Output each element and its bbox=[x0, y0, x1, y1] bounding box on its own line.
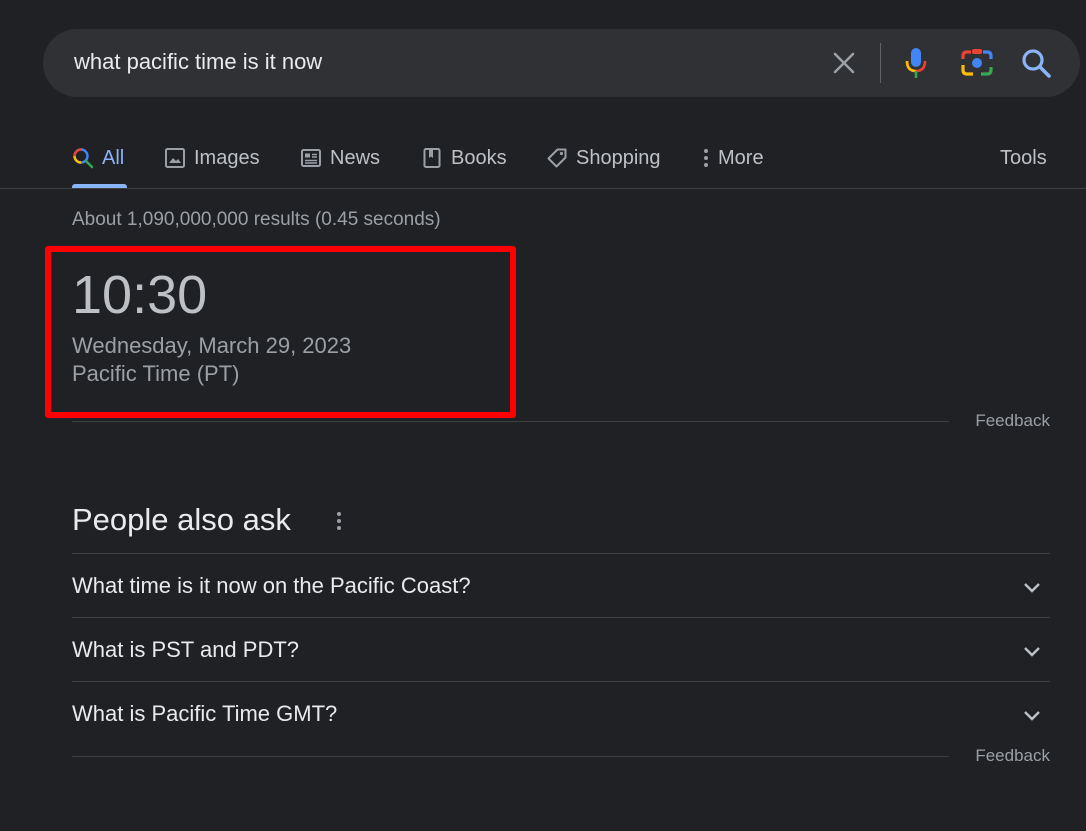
people-also-ask-list: What time is it now on the Pacific Coast… bbox=[72, 553, 1050, 745]
tab-images-label: Images bbox=[194, 146, 260, 169]
tab-books[interactable]: Books bbox=[421, 143, 507, 173]
search-tabs: All Images News Books Shopping More Tool… bbox=[0, 130, 1086, 188]
time-card-divider bbox=[72, 421, 949, 422]
tab-shopping-label: Shopping bbox=[576, 146, 661, 169]
paa-divider bbox=[72, 756, 949, 757]
close-icon[interactable] bbox=[830, 49, 858, 77]
book-icon bbox=[423, 148, 441, 168]
news-icon bbox=[301, 149, 321, 167]
paa-question-item[interactable]: What is PST and PDT? bbox=[72, 617, 1050, 681]
search-input[interactable]: what pacific time is it now bbox=[74, 48, 322, 76]
tab-shopping[interactable]: Shopping bbox=[546, 143, 661, 173]
microphone-icon[interactable] bbox=[904, 46, 928, 80]
tag-icon bbox=[547, 148, 567, 168]
search-results-page: what pacific time is it now All Images N… bbox=[0, 0, 1086, 831]
chevron-down-icon bbox=[1024, 711, 1040, 721]
paa-question: What is Pacific Time GMT? bbox=[72, 701, 338, 726]
tab-images[interactable]: Images bbox=[164, 143, 260, 173]
result-stats: About 1,090,000,000 results (0.45 second… bbox=[72, 209, 441, 230]
tab-all-label: All bbox=[102, 146, 125, 169]
tab-more-label: More bbox=[718, 146, 764, 169]
tab-more[interactable]: More bbox=[700, 143, 764, 173]
people-also-ask-title: People also ask bbox=[72, 502, 291, 537]
tabs-divider bbox=[0, 188, 1086, 189]
feedback-link[interactable]: Feedback bbox=[975, 411, 1050, 431]
kebab-icon bbox=[704, 149, 708, 167]
tools-button[interactable]: Tools bbox=[1000, 143, 1047, 173]
chevron-down-icon bbox=[1024, 647, 1040, 657]
search-bar[interactable]: what pacific time is it now bbox=[43, 29, 1080, 97]
tab-all[interactable]: All bbox=[72, 143, 124, 173]
search-icon[interactable] bbox=[1020, 47, 1052, 79]
tab-books-label: Books bbox=[451, 146, 507, 169]
search-bar-divider bbox=[880, 43, 881, 83]
tab-news-label: News bbox=[330, 146, 381, 169]
paa-question-item[interactable]: What time is it now on the Pacific Coast… bbox=[72, 553, 1050, 617]
tools-label: Tools bbox=[1000, 146, 1047, 169]
highlight-box bbox=[45, 246, 516, 418]
camera-lens-icon[interactable] bbox=[960, 47, 994, 79]
paa-question: What time is it now on the Pacific Coast… bbox=[72, 573, 471, 598]
paa-question: What is PST and PDT? bbox=[72, 637, 300, 662]
search-icon bbox=[73, 148, 94, 169]
image-icon bbox=[165, 148, 185, 168]
chevron-down-icon bbox=[1024, 583, 1040, 593]
more-options-icon[interactable] bbox=[334, 510, 344, 532]
paa-question-item[interactable]: What is Pacific Time GMT? bbox=[72, 681, 1050, 745]
tab-news[interactable]: News bbox=[300, 143, 380, 173]
feedback-link[interactable]: Feedback bbox=[975, 746, 1050, 766]
